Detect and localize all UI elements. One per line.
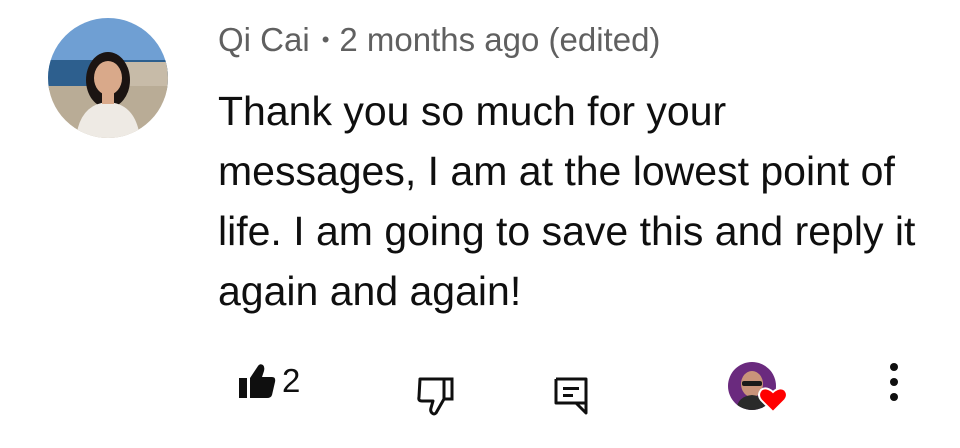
avatar-photo (48, 18, 168, 138)
reply-button[interactable] (553, 376, 589, 416)
author-name[interactable]: Qi Cai (218, 21, 310, 58)
dislike-button[interactable] (414, 376, 456, 416)
reply-icon (554, 377, 588, 415)
more-options-button[interactable] (880, 360, 908, 410)
thumbs-down-icon (417, 377, 454, 416)
separator-dot: • (321, 27, 330, 52)
thumbs-up-icon (239, 364, 276, 398)
comment-text: Thank you so much for your messages, I a… (218, 88, 916, 314)
comment-card: Qi Cai • 2 months ago (edited) Thank you s… (0, 0, 960, 448)
creator-heart-badge (728, 362, 790, 418)
like-button[interactable]: 2 (238, 363, 300, 399)
heart-icon (758, 387, 788, 414)
comment-header: Qi Cai • 2 months ago (edited) (218, 18, 660, 62)
like-count: 2 (282, 362, 301, 399)
comment-timestamp[interactable]: 2 months ago (edited) (339, 21, 660, 58)
author-avatar[interactable] (48, 18, 168, 138)
more-vertical-icon (890, 363, 898, 401)
